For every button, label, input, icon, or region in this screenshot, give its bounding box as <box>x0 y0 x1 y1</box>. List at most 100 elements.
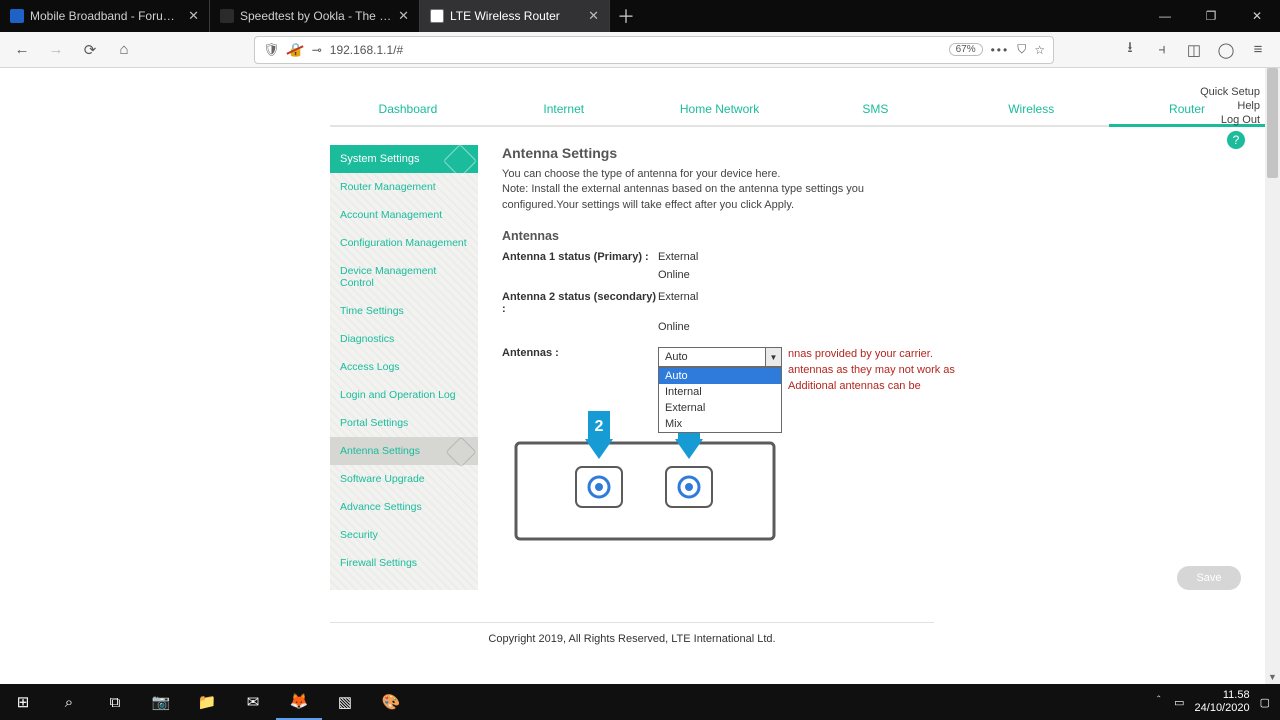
svg-text:2: 2 <box>595 418 604 435</box>
page-description-2: Note: Install the external antennas base… <box>502 182 932 213</box>
help-icon[interactable]: ? <box>1227 131 1245 149</box>
browser-tabs: Mobile Broadband - Forum | K… ✕ Speedtes… <box>0 0 642 32</box>
tab-forum[interactable]: Mobile Broadband - Forum | K… ✕ <box>0 0 210 32</box>
app-icon[interactable]: ▧ <box>322 684 368 720</box>
tab-speedtest[interactable]: Speedtest by Ookla - The Glob… ✕ <box>210 0 420 32</box>
tab-close-icon[interactable]: ✕ <box>188 8 199 24</box>
favicon <box>430 9 444 23</box>
firefox-icon[interactable]: 🦊 <box>276 684 322 720</box>
window-close-button[interactable]: ✕ <box>1234 0 1280 32</box>
window-maximize-button[interactable]: ❐ <box>1188 0 1234 32</box>
system-clock[interactable]: 11.58 24/10/2020 <box>1195 689 1250 714</box>
window-minimize-button[interactable]: — <box>1142 0 1188 32</box>
tab-label: Speedtest by Ookla - The Glob… <box>240 9 392 23</box>
scroll-down-arrow[interactable]: ▼ <box>1265 669 1280 684</box>
tracking-shield-icon[interactable]: 🛡 <box>263 42 280 58</box>
clock-time: 11.58 <box>1195 689 1250 702</box>
nav-sms[interactable]: SMS <box>797 94 953 125</box>
link-help[interactable]: Help <box>1200 100 1260 112</box>
paint-icon[interactable]: 🎨 <box>368 684 414 720</box>
vertical-scrollbar[interactable]: ▲ ▼ <box>1265 68 1280 684</box>
page-actions-icon[interactable]: ••• <box>991 43 1010 57</box>
nav-forward-button[interactable]: → <box>42 36 70 64</box>
windows-taskbar: ⊞ ⌕ ⧉ 📷 📁 ✉ 🦊 ▧ 🎨 ＾ ▭ 11.58 24/10/2020 ▢ <box>0 684 1280 720</box>
camera-icon[interactable]: 📷 <box>138 684 184 720</box>
sidebar-item-diagnostics[interactable]: Diagnostics <box>330 325 478 353</box>
sidebar-item-security[interactable]: Security <box>330 521 478 549</box>
nav-wireless[interactable]: Wireless <box>953 94 1109 125</box>
option-auto[interactable]: Auto <box>659 368 781 384</box>
sidebar-header: System Settings <box>330 145 478 173</box>
favicon <box>10 9 24 23</box>
account-icon[interactable]: ◯ <box>1212 36 1240 64</box>
url-bar[interactable]: 🛡 🔒 ⊸ 192.168.1.1/# 67% ••• ⛉ ☆ <box>254 36 1054 64</box>
sidebar-item-login-operation-log[interactable]: Login and Operation Log <box>330 381 478 409</box>
library-icon[interactable]: ⫞ <box>1148 36 1176 64</box>
nav-home-button[interactable]: ⌂ <box>110 36 138 64</box>
downloads-icon[interactable]: ⭳ <box>1116 36 1144 64</box>
bookmark-star-icon[interactable]: ☆ <box>1034 43 1045 57</box>
sidebar-item-firewall-settings[interactable]: Firewall Settings <box>330 549 478 577</box>
settings-sidebar: System Settings Router Management Accoun… <box>330 145 478 590</box>
antenna2-status-label: Antenna 2 status (secondary) : <box>502 291 658 315</box>
url-text: 192.168.1.1/# <box>330 43 941 57</box>
tab-label: Mobile Broadband - Forum | K… <box>30 9 182 23</box>
antennas-select[interactable]: Auto ▼ <box>658 347 782 367</box>
tray-expand-icon[interactable]: ＾ <box>1153 694 1164 710</box>
antennas-select-value: Auto <box>659 351 765 363</box>
nav-reload-button[interactable]: ⟳ <box>76 36 104 64</box>
antenna-diagram: 2 1 <box>510 411 1265 546</box>
reader-mode-icon[interactable]: ⛉ <box>1017 42 1026 57</box>
start-button[interactable]: ⊞ <box>0 684 46 720</box>
nav-internet[interactable]: Internet <box>486 94 642 125</box>
nav-dashboard[interactable]: Dashboard <box>330 94 486 125</box>
sidebar-item-router-management[interactable]: Router Management <box>330 173 478 201</box>
sidebar-item-advance-settings[interactable]: Advance Settings <box>330 493 478 521</box>
option-internal[interactable]: Internal <box>659 384 781 400</box>
section-antennas: Antennas <box>502 229 1265 243</box>
sidebar-item-software-upgrade[interactable]: Software Upgrade <box>330 465 478 493</box>
link-quick-setup[interactable]: Quick Setup <box>1200 86 1260 98</box>
warning-line2: antennas as they may not work as <box>788 363 955 379</box>
notifications-icon[interactable]: ▢ <box>1260 696 1270 709</box>
favicon <box>220 9 234 23</box>
sidebar-item-antenna-settings[interactable]: Antenna Settings <box>330 437 478 465</box>
warning-line1: nnas provided by your carrier. <box>788 347 955 363</box>
sidebar-item-time-settings[interactable]: Time Settings <box>330 297 478 325</box>
save-button[interactable]: Save <box>1177 566 1241 590</box>
sidebar-item-account-management[interactable]: Account Management <box>330 201 478 229</box>
sidebar-item-portal-settings[interactable]: Portal Settings <box>330 409 478 437</box>
task-view-icon[interactable]: ⧉ <box>92 684 138 720</box>
new-tab-button[interactable]: ＋ <box>610 0 642 32</box>
mail-icon[interactable]: ✉ <box>230 684 276 720</box>
clock-date: 24/10/2020 <box>1195 702 1250 715</box>
option-external[interactable]: External <box>659 400 781 416</box>
app-menu-icon[interactable]: ≡ <box>1244 36 1272 64</box>
file-explorer-icon[interactable]: 📁 <box>184 684 230 720</box>
sidebar-item-device-management-control[interactable]: Device Management Control <box>330 257 478 297</box>
tray-network-icon[interactable]: ▭ <box>1174 696 1184 709</box>
insecure-lock-icon[interactable]: 🔒 <box>288 42 304 58</box>
tab-close-icon[interactable]: ✕ <box>588 8 599 24</box>
scroll-thumb[interactable] <box>1267 68 1278 178</box>
sidebar-item-configuration-management[interactable]: Configuration Management <box>330 229 478 257</box>
search-icon[interactable]: ⌕ <box>46 684 92 720</box>
permissions-icon[interactable]: ⊸ <box>312 43 322 57</box>
nav-back-button[interactable]: ← <box>8 36 36 64</box>
antennas-select-label: Antennas : <box>502 347 658 359</box>
nav-home-network[interactable]: Home Network <box>642 94 798 125</box>
tab-router[interactable]: LTE Wireless Router ✕ <box>420 0 610 32</box>
tab-close-icon[interactable]: ✕ <box>398 8 409 24</box>
option-mix[interactable]: Mix <box>659 416 781 432</box>
chevron-down-icon[interactable]: ▼ <box>765 348 781 366</box>
zoom-level[interactable]: 67% <box>949 43 983 56</box>
page-title: Antenna Settings <box>502 145 1265 161</box>
tab-label: LTE Wireless Router <box>450 9 582 23</box>
main-nav: Dashboard Internet Home Network SMS Wire… <box>330 94 1265 127</box>
page-footer: Copyright 2019, All Rights Reserved, LTE… <box>330 622 934 655</box>
link-logout[interactable]: Log Out <box>1200 114 1260 126</box>
sidebar-icon[interactable]: ◫ <box>1180 36 1208 64</box>
antenna2-state: Online <box>658 321 690 333</box>
sidebar-item-access-logs[interactable]: Access Logs <box>330 353 478 381</box>
antenna1-state: Online <box>658 269 690 281</box>
